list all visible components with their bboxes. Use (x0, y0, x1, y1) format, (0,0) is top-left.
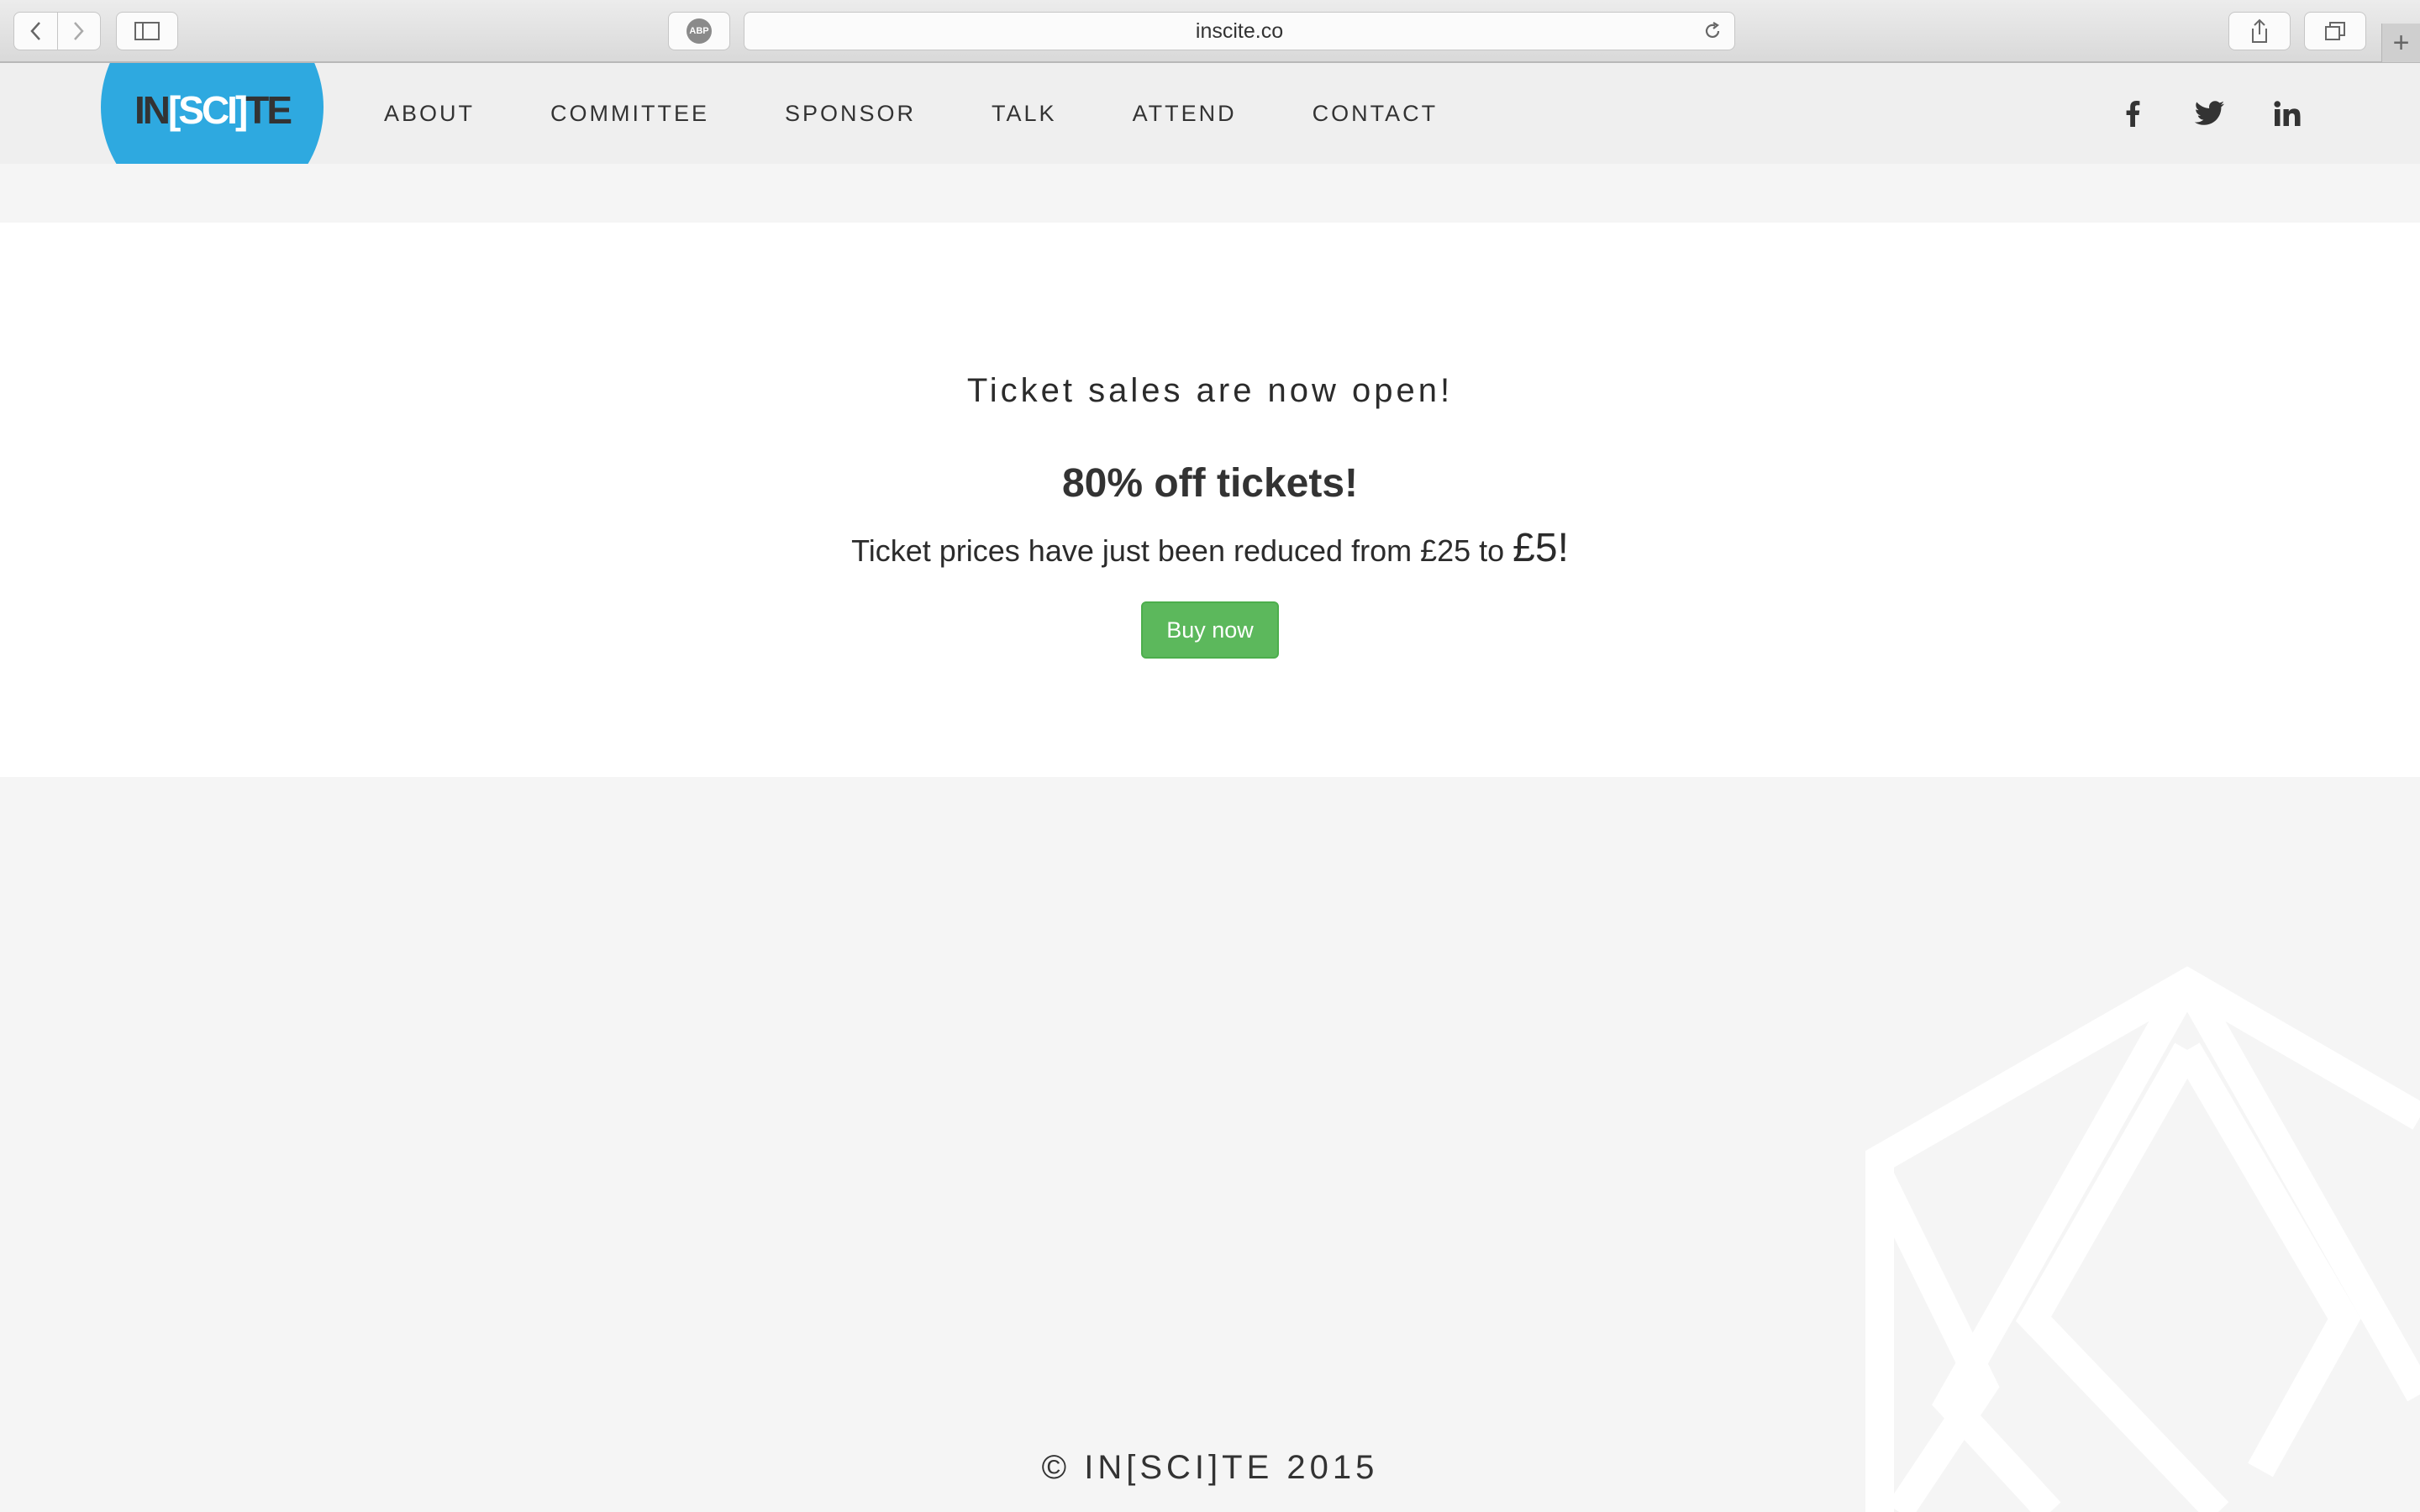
tabs-overview-button[interactable] (2304, 12, 2366, 50)
reload-icon (1705, 22, 1720, 39)
twitter-icon[interactable] (2195, 98, 2225, 129)
sidebar-toggle-button[interactable] (116, 12, 178, 50)
tabs-icon (2325, 22, 2345, 40)
new-tab-button[interactable]: + (2381, 24, 2420, 62)
chevron-right-icon (73, 22, 84, 40)
nav-about[interactable]: ABOUT (384, 101, 475, 127)
nav-attend[interactable]: ATTEND (1133, 101, 1237, 127)
nav-contact[interactable]: CONTACT (1313, 101, 1439, 127)
linkedin-icon[interactable] (2272, 98, 2302, 129)
main-nav: ABOUT COMMITTEE SPONSOR TALK ATTEND CONT… (384, 63, 1513, 164)
adblock-button[interactable]: ABP (668, 12, 730, 50)
site-logo[interactable]: IN[SCI]TE (101, 63, 324, 164)
social-links (2118, 63, 2302, 164)
adblock-icon: ABP (687, 18, 712, 44)
url-text: inscite.co (1195, 18, 1284, 43)
share-button[interactable] (2228, 12, 2291, 50)
footer-copyright: © IN[SCI]TE 2015 (1041, 1449, 1379, 1486)
new-price: £5! (1512, 526, 1569, 570)
address-bar[interactable]: inscite.co (744, 12, 1735, 50)
forward-button[interactable] (56, 13, 101, 50)
banner-headline: Ticket sales are now open! (966, 372, 1454, 409)
chevron-left-icon (30, 22, 41, 40)
price-description: Ticket prices have just been reduced fro… (851, 526, 1569, 570)
decorative-hexagon-graphic (1865, 966, 2420, 1512)
nav-committee[interactable]: COMMITTEE (550, 101, 709, 127)
sidebar-icon (134, 22, 160, 40)
ticket-sales-banner: Ticket sales are now open! 80% off ticke… (0, 223, 2420, 777)
browser-toolbar: ABP inscite.co + (0, 0, 2420, 63)
back-button[interactable] (14, 13, 57, 50)
logo-text: IN[SCI]TE (134, 88, 292, 132)
nav-talk[interactable]: TALK (992, 101, 1057, 127)
share-icon (2252, 18, 2267, 43)
reload-button[interactable] (1702, 21, 1723, 47)
nav-sponsor[interactable]: SPONSOR (785, 101, 916, 127)
offer-heading: 80% off tickets! (1061, 461, 1359, 506)
facebook-icon[interactable] (2118, 98, 2148, 129)
buy-now-button[interactable]: Buy now (1141, 601, 1279, 659)
history-nav (13, 12, 101, 50)
